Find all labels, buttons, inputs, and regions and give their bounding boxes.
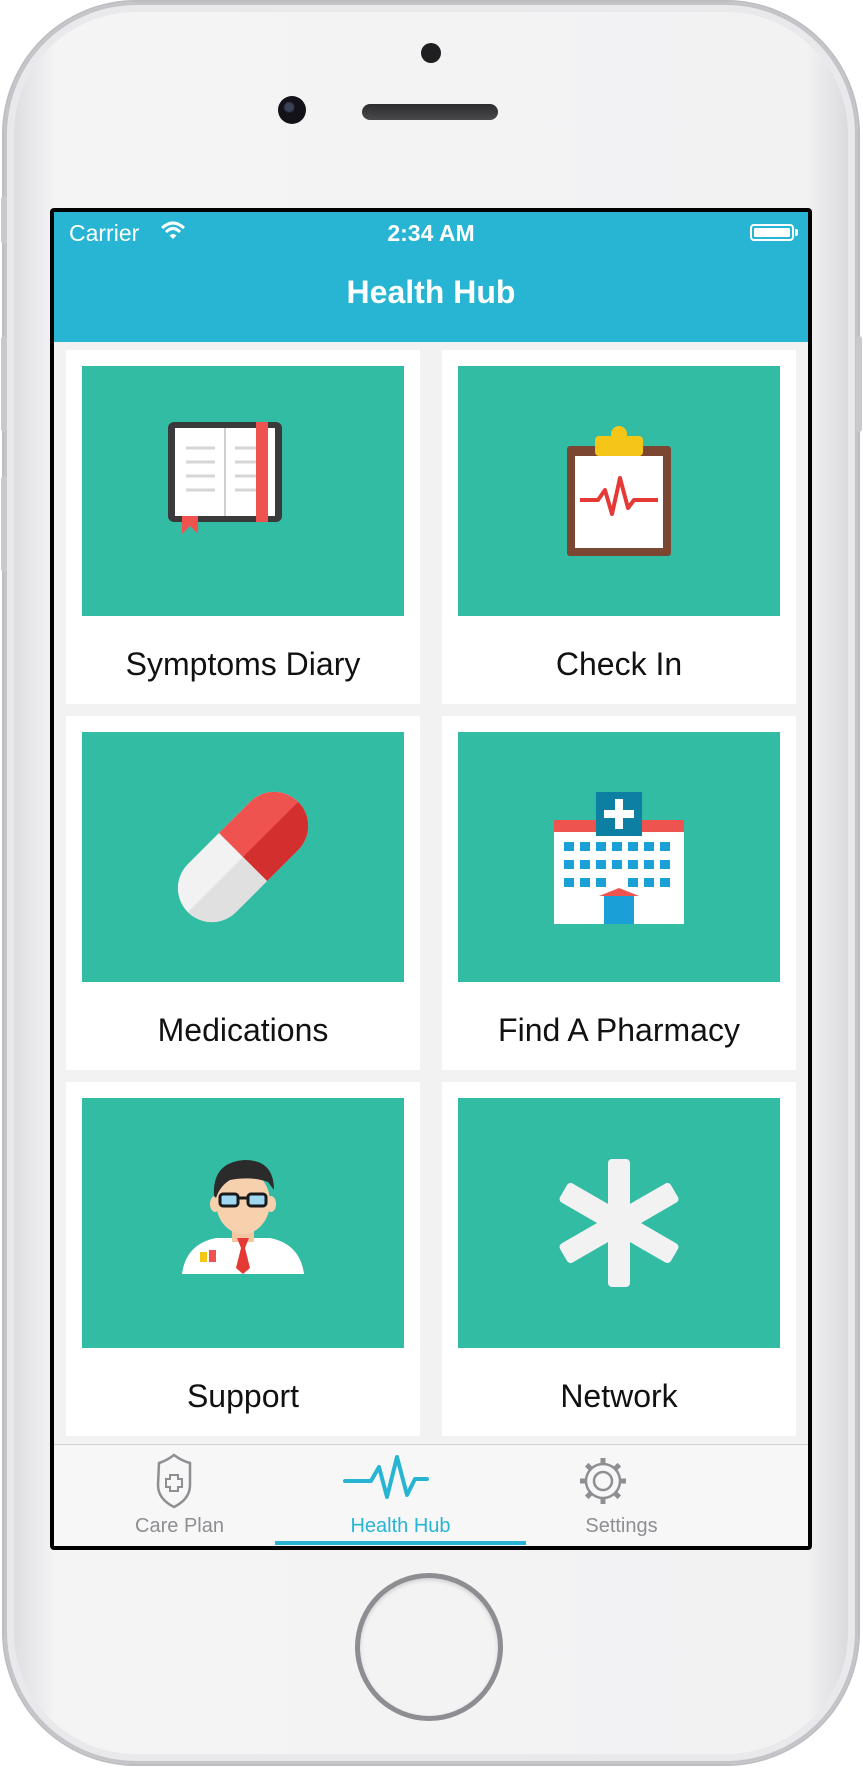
earpiece-speaker — [362, 104, 498, 120]
tile-find-a-pharmacy — [458, 732, 780, 982]
volume-up-button — [1, 336, 7, 432]
status-time: 2:34 AM — [387, 220, 475, 246]
tab-settings[interactable]: Settings — [496, 1445, 747, 1545]
power-button — [856, 336, 862, 432]
tile-support — [82, 1098, 404, 1348]
card-label: Symptoms Diary — [125, 646, 361, 682]
shield-plus-icon — [156, 1453, 192, 1509]
front-camera-icon — [278, 96, 306, 124]
home-button[interactable] — [360, 1578, 498, 1716]
card-label: Check In — [555, 646, 683, 682]
battery-icon — [750, 224, 798, 241]
tab-health-hub[interactable]: Health Hub — [275, 1445, 526, 1545]
active-tab-indicator — [275, 1541, 526, 1545]
proximity-sensor — [421, 43, 441, 63]
card-support[interactable]: Support — [66, 1082, 420, 1436]
card-network[interactable]: Network — [442, 1082, 796, 1436]
page-title: Health Hub — [346, 274, 516, 310]
mute-switch — [1, 196, 7, 244]
tab-care-plan[interactable]: Care Plan — [54, 1445, 305, 1545]
tab-bar: Care Plan Health Hub Settings — [54, 1444, 808, 1546]
doctor-avatar-icon — [182, 1160, 304, 1274]
hospital-building-icon — [554, 792, 684, 924]
tile-network — [458, 1098, 780, 1348]
card-label: Support — [186, 1378, 300, 1414]
clipboard-heartbeat-icon — [567, 426, 671, 556]
volume-down-button — [1, 476, 7, 572]
tile-symptoms-diary — [82, 366, 404, 616]
app-display: Carrier 2:34 AM Health Hub Symptoms Diar… — [54, 212, 808, 1546]
card-symptoms-diary[interactable]: Symptoms Diary — [66, 350, 420, 704]
card-medications[interactable]: Medications — [66, 716, 420, 1070]
health-hub-grid: Symptoms Diary Check In Medications Find… — [54, 342, 808, 1444]
asterisk-icon — [559, 1159, 679, 1287]
tab-label: Care Plan — [135, 1515, 224, 1537]
status-bar: Carrier 2:34 AM — [54, 212, 808, 252]
card-label: Find A Pharmacy — [498, 1012, 740, 1048]
pill-capsule-icon — [177, 791, 309, 923]
tile-medications — [82, 732, 404, 982]
navigation-bar: Carrier 2:34 AM Health Hub — [54, 212, 808, 342]
tab-label: Health Hub — [350, 1515, 451, 1537]
card-label: Network — [560, 1378, 678, 1414]
card-label: Medications — [157, 1012, 329, 1048]
heartbeat-icon — [343, 1455, 429, 1499]
card-find-a-pharmacy[interactable]: Find A Pharmacy — [442, 716, 796, 1070]
card-check-in[interactable]: Check In — [442, 350, 796, 704]
tile-check-in — [458, 366, 780, 616]
diary-book-icon — [168, 422, 282, 534]
tab-label: Settings — [585, 1515, 658, 1537]
gear-icon — [580, 1458, 626, 1504]
